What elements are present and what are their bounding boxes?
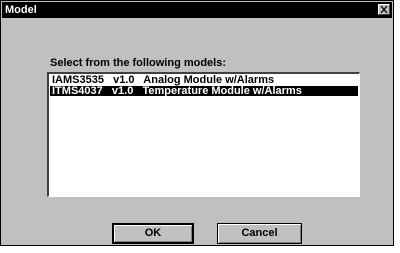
close-icon — [380, 6, 388, 13]
ok-button[interactable]: OK — [112, 223, 194, 244]
list-item-iams3535[interactable]: IAMS3535 v1.0 Analog Module w/Alarms — [50, 75, 358, 86]
model-dialog: Model Select from the following models: … — [0, 0, 394, 246]
close-button[interactable] — [378, 4, 390, 15]
cancel-button[interactable]: Cancel — [217, 223, 302, 244]
title-bar[interactable]: Model — [2, 2, 392, 18]
models-prompt: Select from the following models: — [50, 57, 227, 69]
window-title: Model — [5, 4, 37, 16]
list-item-itms4037[interactable]: ITMS4037 v1.0 Temperature Module w/Alarm… — [50, 86, 358, 97]
models-listbox[interactable]: IAMS3535 v1.0 Analog Module w/Alarms ITM… — [47, 72, 360, 197]
